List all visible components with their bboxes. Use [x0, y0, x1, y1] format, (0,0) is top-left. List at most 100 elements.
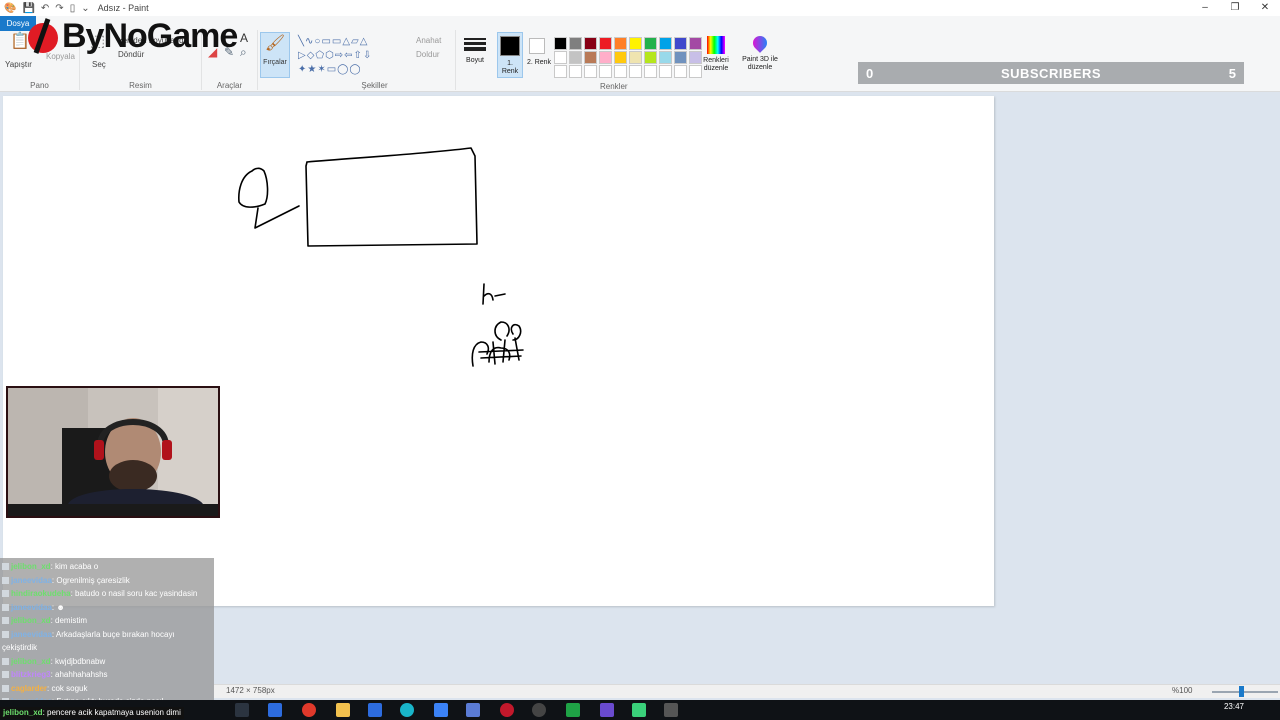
bynogame-logo-icon — [28, 18, 58, 54]
palette-swatch[interactable] — [659, 37, 672, 50]
color2-swatch — [529, 38, 545, 54]
minimize-button[interactable]: – — [1190, 0, 1220, 16]
palette-swatch[interactable] — [569, 65, 582, 78]
drawing-canvas[interactable] — [3, 96, 994, 606]
chat-badge-icon — [2, 671, 9, 678]
paint-taskbar-icon[interactable] — [664, 703, 678, 717]
brushes-button[interactable]: 🖌 Fırçalar — [260, 32, 290, 78]
app-icon-5[interactable] — [600, 703, 614, 717]
streamer-logo: ByNoGame — [26, 16, 238, 56]
palette-swatch[interactable] — [659, 65, 672, 78]
palette-swatch[interactable] — [659, 51, 672, 64]
canvas-size-label: 1472 × 758px — [226, 686, 275, 695]
app-icon-4[interactable] — [500, 703, 514, 717]
chat-message: çekiştirdik — [0, 641, 214, 655]
app-icon-1[interactable] — [400, 703, 414, 717]
xbox-icon[interactable] — [566, 703, 580, 717]
text-tool-icon[interactable]: A — [240, 30, 248, 46]
chat-username: hindiraokudeha — [11, 589, 71, 598]
chat-username: jelibon_xd — [11, 616, 51, 625]
palette-swatch[interactable] — [644, 51, 657, 64]
chat-username: janeevidaa — [11, 629, 52, 639]
palette-swatch[interactable] — [554, 65, 567, 78]
color1-button[interactable]: 1. Renk — [497, 32, 523, 78]
color2-button[interactable]: 2. Renk — [526, 32, 552, 78]
store-icon[interactable] — [368, 703, 382, 717]
app-icon-6[interactable] — [632, 703, 646, 717]
paste-button[interactable]: Yapıştır — [5, 60, 32, 69]
taskbar-clock: 23:47 — [1223, 702, 1244, 711]
palette-swatch[interactable] — [599, 51, 612, 64]
drawn-board — [305, 147, 478, 247]
select-button[interactable]: Seç — [92, 60, 106, 69]
chat-message: caglarder: cok soguk — [0, 682, 214, 696]
status-bar: 1472 × 758px %100 — [214, 684, 1280, 698]
chat-username: janeevidaa — [11, 575, 52, 585]
size-label: Boyut — [466, 57, 484, 64]
fill-button[interactable]: Doldur — [416, 50, 440, 59]
magnifier-icon[interactable]: ⌕ — [240, 44, 247, 60]
chat-message: hindiraokudeha: batudo o nasil soru kac … — [0, 587, 214, 601]
palette-swatch[interactable] — [584, 65, 597, 78]
palette-swatch[interactable] — [674, 37, 687, 50]
palette-swatch[interactable] — [599, 65, 612, 78]
outline-button[interactable]: Anahat — [416, 36, 441, 45]
paint3d-button[interactable]: Paint 3D ile düzenle — [738, 33, 782, 80]
chat-badge-icon — [2, 630, 9, 638]
webcam-overlay — [6, 386, 220, 518]
file-explorer-icon[interactable] — [336, 703, 350, 717]
palette-swatch[interactable] — [629, 37, 642, 50]
palette-swatch[interactable] — [614, 37, 627, 50]
zoom-slider[interactable] — [1212, 691, 1278, 693]
chat-message: janeevidaa: ☻ — [0, 601, 214, 615]
palette-swatch[interactable] — [629, 51, 642, 64]
palette-swatch[interactable] — [614, 65, 627, 78]
new-file-icon[interactable]: ▯ — [70, 3, 76, 14]
restore-button[interactable]: ❐ — [1220, 0, 1250, 16]
customize-chevron-icon[interactable]: ⌄ — [81, 3, 89, 14]
chat-username: caglarder — [11, 683, 48, 693]
subscribers-label: SUBSCRIBERS — [1000, 65, 1102, 81]
colors-group-label: Renkler — [600, 82, 628, 91]
chrome-icon[interactable] — [302, 703, 316, 717]
palette-swatch[interactable] — [554, 37, 567, 50]
chat-badge-icon — [2, 576, 9, 584]
app-icon-2[interactable] — [434, 703, 448, 717]
shapes-group-label: Şekiller — [361, 81, 388, 90]
chat-badge-icon — [2, 603, 9, 611]
size-button[interactable]: Boyut — [460, 36, 490, 80]
palette-swatch[interactable] — [614, 51, 627, 64]
undo-icon[interactable]: ↶ — [41, 3, 49, 14]
palette-swatch[interactable] — [599, 37, 612, 50]
redo-icon[interactable]: ↷ — [55, 3, 63, 14]
palette-swatch[interactable] — [644, 37, 657, 50]
palette-swatch[interactable] — [569, 51, 582, 64]
logo-text: ByNoGame — [62, 16, 238, 55]
drawn-scribble-1 — [482, 283, 506, 305]
shapes-gallery-row3-icon[interactable]: ✦★✶▭◯◯ — [298, 62, 362, 78]
palette-swatch[interactable] — [584, 51, 597, 64]
edit-colors-button[interactable]: Renkleri düzenle — [700, 36, 732, 80]
palette-swatch[interactable] — [674, 51, 687, 64]
obs-icon[interactable] — [532, 703, 546, 717]
palette-swatch[interactable] — [629, 65, 642, 78]
task-view-icon[interactable] — [235, 703, 249, 717]
palette-swatch[interactable] — [584, 37, 597, 50]
shapes-group: ╲∿○▭▭△▱△ ▷◇⬠⬡⇨⇦⇧⇩ ✦★✶▭◯◯ Anahat Doldur Ş… — [294, 30, 456, 90]
palette-swatch[interactable] — [674, 65, 687, 78]
app-icon-3[interactable] — [466, 703, 480, 717]
edge-icon[interactable] — [268, 703, 282, 717]
color1-label: 1. Renk — [501, 60, 519, 75]
drawn-head — [238, 167, 269, 208]
chat-ticker: jelibon_xd: pencere acik kapatmaya useni… — [0, 707, 184, 719]
palette-swatch[interactable] — [554, 51, 567, 64]
chat-badge-icon — [2, 617, 9, 624]
palette-swatch[interactable] — [644, 65, 657, 78]
chat-text: : kim acaba o — [50, 562, 99, 571]
title-bar: 🎨 💾 ↶ ↷ ▯ ⌄ Adsız - Paint – ❐ ✕ — [0, 0, 1280, 16]
palette-swatch[interactable] — [569, 37, 582, 50]
close-button[interactable]: ✕ — [1250, 0, 1280, 16]
zoom-slider-knob[interactable] — [1239, 686, 1244, 697]
chat-message: janeevidaa: Ogrenilmiş çaresizlik — [0, 574, 214, 588]
save-icon[interactable]: 💾 — [22, 3, 34, 14]
